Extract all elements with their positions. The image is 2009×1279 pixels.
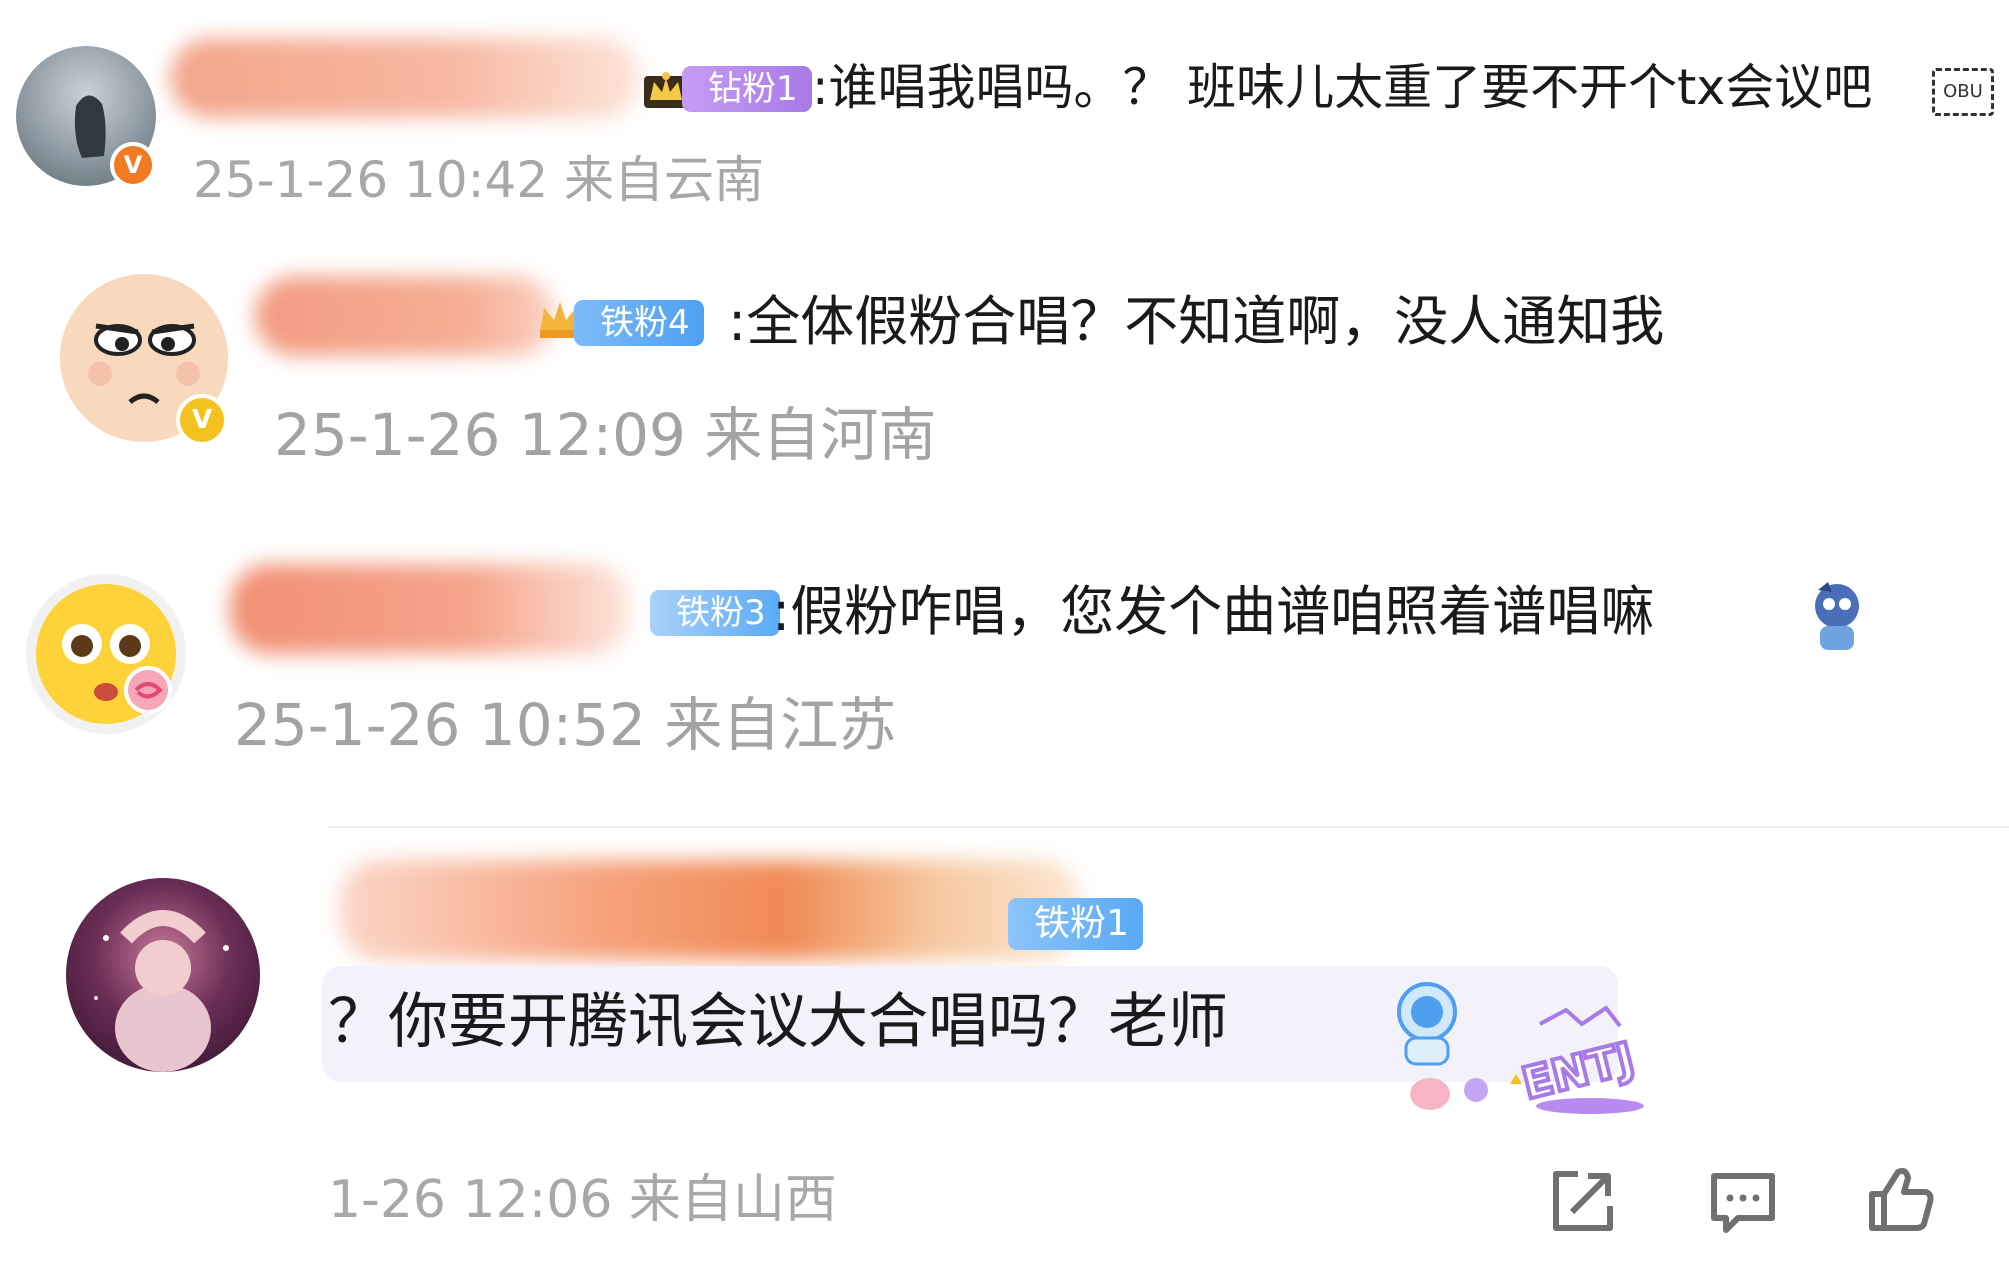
like-icon[interactable] (1866, 1164, 1936, 1234)
comment-text: ？你要开腾讯会议大合唱吗？老师 (328, 987, 1228, 1057)
avatar[interactable] (66, 878, 260, 1072)
cartoon-sticker-icon (1815, 582, 1859, 650)
comment-icon[interactable] (1708, 1168, 1778, 1238)
verified-badge: V (176, 394, 228, 446)
comment-item: V 铁粉4 :全体假粉合唱？不知道啊，没人通知我 25-1-26 12:09 来… (0, 230, 2009, 500)
comment-meta: 25-1-26 10:42 来自云南 (193, 151, 765, 209)
person-heart-hands-icon (94, 910, 229, 1072)
comment-text: :谁唱我唱吗。？ 班味儿太重了要不开个tx会议吧 (812, 59, 1873, 116)
fan-badge: 铁粉1 (1008, 898, 1143, 950)
lollipop-face-icon (36, 584, 176, 730)
fan-badge: 铁粉3 (650, 590, 780, 636)
fan-badge: 钻粉1 (682, 66, 812, 112)
share-icon[interactable] (1548, 1166, 1618, 1236)
comment-item: V 钻粉1 :谁唱我唱吗。？ 班味儿太重了要不开个tx会议吧 OBU 25-1-… (0, 0, 2009, 230)
comment-text: :假粉咋唱，您发个曲谱咱照着谱唱嘛 (772, 580, 1655, 643)
username-blurred[interactable] (170, 38, 640, 118)
entj-sticker-icon: ENTJ (1410, 1005, 1644, 1114)
username-blurred[interactable] (230, 564, 630, 654)
emoji-box: OBU (1932, 68, 1994, 116)
comment-meta: 25-1-26 10:52 来自江苏 (234, 691, 897, 759)
username-blurred[interactable] (340, 860, 1080, 960)
main-comment: 铁粉1 ？你要开腾讯会议大合唱吗？老师 ENTJ 1-26 12:06 来自山西 (0, 828, 2009, 1279)
verified-badge: V (110, 142, 156, 188)
comment-meta: 25-1-26 12:09 来自河南 (274, 401, 937, 469)
fan-badge: 铁粉4 (574, 300, 704, 346)
avatar[interactable] (26, 574, 186, 734)
username-blurred[interactable] (255, 276, 555, 356)
comment-text: :全体假粉合唱？不知道啊，没人通知我 (728, 290, 1665, 353)
comment-item: 铁粉3 :假粉咋唱，您发个曲谱咱照着谱唱嘛 25-1-26 10:52 来自江苏 (0, 540, 2009, 800)
comment-meta: 1-26 12:06 来自山西 (328, 1170, 837, 1230)
